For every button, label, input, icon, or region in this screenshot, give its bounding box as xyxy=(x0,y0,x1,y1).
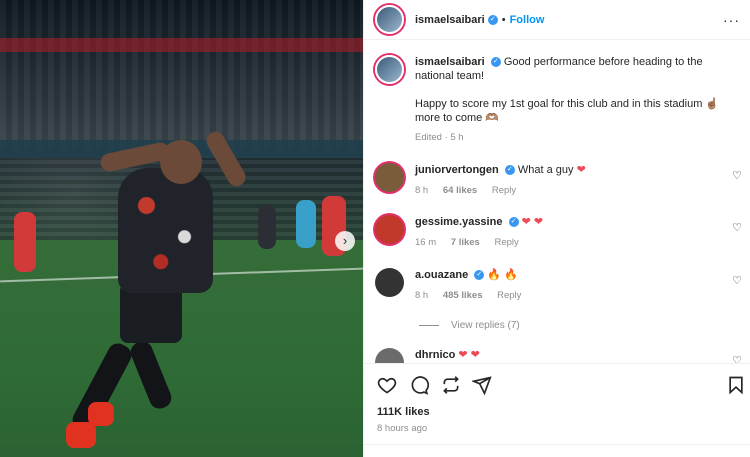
comment-likes[interactable]: 7 likes xyxy=(451,237,480,248)
comment-avatar[interactable] xyxy=(375,268,404,297)
next-media-button[interactable]: › xyxy=(335,231,355,251)
post-header: ismaelsaibari ✓ • Follow ··· xyxy=(364,0,750,40)
comment-username[interactable]: gessime.yassine xyxy=(415,216,502,228)
comment-username[interactable]: juniorvertongen xyxy=(415,164,499,176)
divider xyxy=(364,444,750,445)
author-avatar[interactable] xyxy=(375,5,404,34)
comment-avatar[interactable] xyxy=(375,163,404,192)
view-replies-label: View replies (7) xyxy=(451,320,520,331)
comment-reply-button[interactable]: Reply xyxy=(492,185,516,196)
comment-icon[interactable] xyxy=(409,375,429,395)
comment-avatar[interactable] xyxy=(375,215,404,244)
caption-line2: Happy to score my 1st goal for this club… xyxy=(415,98,703,110)
comment-username[interactable]: a.ouazane xyxy=(415,269,468,281)
like-comment-icon[interactable]: ♡ xyxy=(732,274,742,287)
player-boot xyxy=(88,402,114,426)
heart-icon[interactable] xyxy=(377,375,397,395)
header-separator: • xyxy=(501,13,506,26)
like-comment-icon[interactable]: ♡ xyxy=(732,169,742,182)
comment-item: gessime.yassine ✓ ❤ ❤ 16 m 7 likes Reply… xyxy=(375,215,747,248)
background-player xyxy=(14,212,36,272)
view-replies-button[interactable]: View replies (7) xyxy=(419,320,520,331)
likes-count[interactable]: 111K likes xyxy=(377,406,430,418)
comment-likes[interactable]: 485 likes xyxy=(443,290,483,301)
comment-likes[interactable]: 64 likes xyxy=(443,185,477,196)
post-panel: ismaelsaibari ✓ • Follow ··· ismaelsaiba… xyxy=(363,0,750,457)
comment-item: a.ouazane ✓ 🔥 🔥 8 h 485 likes Reply ♡ xyxy=(375,268,747,301)
like-comment-icon[interactable]: ♡ xyxy=(732,354,742,363)
comment-emoji: 🔥 🔥 xyxy=(487,269,518,281)
player-jersey xyxy=(118,168,213,293)
referee xyxy=(296,200,316,248)
follow-button[interactable]: Follow xyxy=(510,14,545,26)
verified-badge-icon: ✓ xyxy=(474,270,485,281)
background-player xyxy=(258,205,276,249)
caption-avatar[interactable] xyxy=(375,55,404,84)
caption-meta: Edited · 5 h xyxy=(415,132,464,143)
post-caption: ismaelsaibari ✓ Good performance before … xyxy=(375,55,745,145)
like-comment-icon[interactable]: ♡ xyxy=(732,221,742,234)
post-media[interactable]: › xyxy=(0,0,363,457)
action-bar xyxy=(364,363,750,403)
verified-badge-icon: ✓ xyxy=(504,165,515,176)
comment-text: What a guy xyxy=(517,164,574,176)
comment-avatar[interactable] xyxy=(375,348,404,363)
caption-username[interactable]: ismaelsaibari xyxy=(415,56,485,68)
replies-dash xyxy=(419,325,439,326)
comment-username[interactable]: dhrnico xyxy=(415,349,455,361)
comment-reply-button[interactable]: Reply xyxy=(494,237,518,248)
comment-time: 8 h xyxy=(415,185,429,196)
bookmark-icon[interactable] xyxy=(726,375,746,395)
comment-emoji: ❤ ❤ xyxy=(521,216,544,228)
comment-time: 16 m xyxy=(415,237,437,248)
player-boot xyxy=(66,422,96,448)
stadium-stand xyxy=(0,0,363,150)
verified-badge-icon: ✓ xyxy=(490,57,501,68)
comment-reply-button[interactable]: Reply xyxy=(497,290,521,301)
posted-time: 8 hours ago xyxy=(377,423,428,434)
caption-line3: more to come xyxy=(415,112,483,124)
player-head xyxy=(160,140,202,184)
comment-item: dhrnico ❤ ❤ ♡ xyxy=(375,348,747,363)
comment-emoji: ❤ ❤ xyxy=(458,349,480,361)
comment-time: 8 h xyxy=(415,290,429,301)
verified-badge-icon: ✓ xyxy=(487,14,498,25)
stadium-banner xyxy=(0,38,363,52)
share-icon[interactable] xyxy=(472,375,492,395)
verified-badge-icon: ✓ xyxy=(508,217,519,228)
comment-item: juniorvertongen ✓ What a guy ❤ 8 h 64 li… xyxy=(375,163,747,196)
caption-emoji: 🫶🏽 xyxy=(485,112,500,124)
author-username[interactable]: ismaelsaibari xyxy=(415,14,485,26)
caption-emoji: ☝🏽 xyxy=(705,98,720,110)
comment-emoji: ❤ xyxy=(576,164,586,176)
more-options-icon[interactable]: ··· xyxy=(723,12,740,28)
repost-icon[interactable] xyxy=(441,375,461,395)
